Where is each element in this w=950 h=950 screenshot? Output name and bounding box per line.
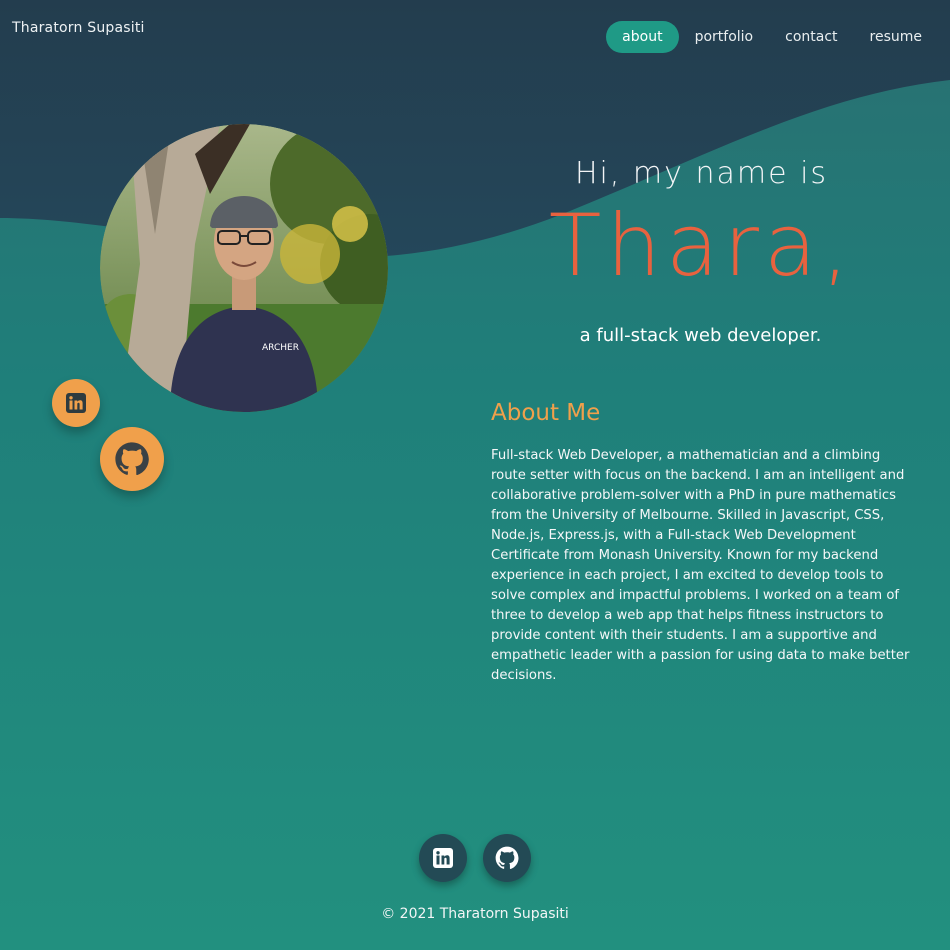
footer-copyright: © 2021 Tharatorn Supasiti xyxy=(381,906,569,922)
github-icon xyxy=(115,442,149,476)
about-title: About Me xyxy=(491,400,601,426)
footer-social-links xyxy=(419,834,531,882)
hero-name: Thara, xyxy=(548,196,855,296)
brand-name[interactable]: Tharatorn Supasiti xyxy=(12,20,145,36)
top-navbar: Tharatorn Supasiti about portfolio conta… xyxy=(0,0,950,76)
nav-link-portfolio[interactable]: portfolio xyxy=(679,21,770,53)
github-icon xyxy=(495,846,519,869)
about-section: About Me Full-stack Web Developer, a mat… xyxy=(491,400,916,686)
svg-text:ARCHER: ARCHER xyxy=(262,343,299,353)
linkedin-button[interactable] xyxy=(52,379,100,427)
github-button[interactable] xyxy=(100,427,164,491)
nav-link-about[interactable]: about xyxy=(606,21,679,53)
hero-greeting: Hi, my name is xyxy=(574,156,829,191)
nav-link-resume[interactable]: resume xyxy=(854,21,938,53)
nav-link-contact[interactable]: contact xyxy=(769,21,853,53)
hero-tagline: a full-stack web developer. xyxy=(579,325,822,347)
linkedin-icon xyxy=(66,393,86,413)
nav-links: about portfolio contact resume xyxy=(606,21,938,53)
footer-github-button[interactable] xyxy=(483,834,531,882)
linkedin-icon xyxy=(433,848,453,868)
hero-section: Hi, my name is Thara, a full-stack web d… xyxy=(500,150,915,346)
about-text: Full-stack Web Developer, a mathematicia… xyxy=(491,448,910,683)
footer-linkedin-button[interactable] xyxy=(419,834,467,882)
profile-photo: ARCHER xyxy=(100,124,388,412)
